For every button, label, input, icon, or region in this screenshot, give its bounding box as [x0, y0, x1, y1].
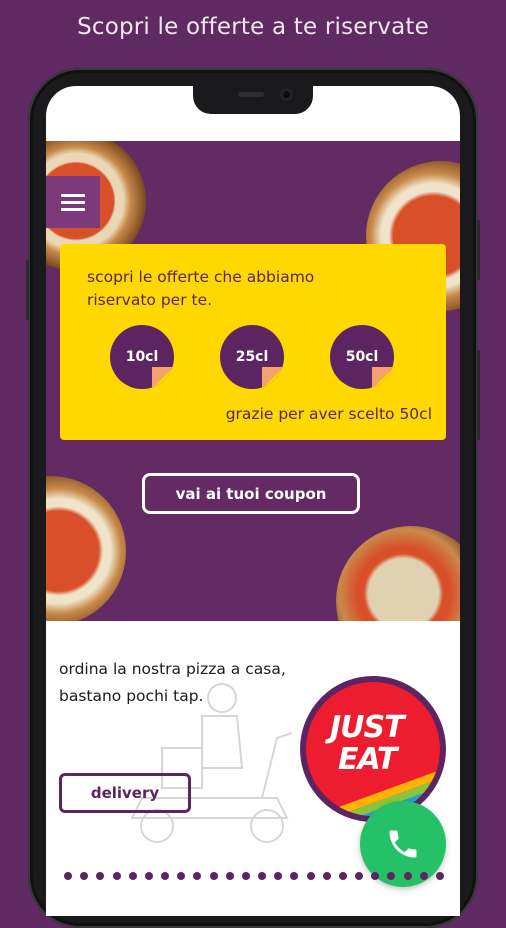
- hero-section: scopri le offerte che abbiamo riservato …: [46, 141, 460, 621]
- hamburger-menu-icon: [61, 193, 85, 197]
- headline: Scopri le offerte a te riservate: [77, 14, 429, 40]
- coupon-peel-icon: [372, 367, 394, 389]
- phone-side-button: [26, 260, 29, 320]
- app-screen: scopri le offerte che abbiamo riservato …: [46, 86, 460, 916]
- pizza-image: [46, 476, 126, 621]
- coupons-button[interactable]: vai ai tuoi coupon: [142, 473, 360, 514]
- phone-side-button: [477, 350, 480, 440]
- phone-side-button: [477, 220, 480, 280]
- phone-icon: [389, 830, 417, 858]
- menu-button[interactable]: [46, 176, 100, 228]
- coupon-peel-icon: [262, 367, 284, 389]
- coupon-label: 50cl: [345, 349, 379, 365]
- just-eat-logo[interactable]: JUST EAT: [300, 676, 446, 822]
- coupon-50cl[interactable]: 50cl: [330, 325, 394, 389]
- offer-card: scopri le offerte che abbiamo riservato …: [60, 244, 446, 440]
- delivery-button[interactable]: delivery: [59, 773, 191, 813]
- coupon-10cl[interactable]: 10cl: [110, 325, 174, 389]
- dots-divider: [64, 872, 444, 880]
- coupon-label: 25cl: [235, 349, 269, 365]
- coupon-label: 10cl: [125, 349, 159, 365]
- just-eat-logo-text: JUST: [330, 710, 405, 745]
- camera-icon: [280, 88, 293, 101]
- coupon-25cl[interactable]: 25cl: [220, 325, 284, 389]
- phone-notch: [193, 84, 313, 114]
- thanks-text: grazie per aver scelto 50cl: [225, 405, 432, 423]
- phone-speaker: [238, 92, 264, 97]
- scooter-delivery-icon: [130, 683, 293, 843]
- pizza-image: [336, 526, 460, 621]
- offer-text: scopri le offerte che abbiamo riservato …: [87, 268, 315, 309]
- just-eat-logo-text: EAT: [338, 742, 397, 777]
- coupon-peel-icon: [152, 367, 174, 389]
